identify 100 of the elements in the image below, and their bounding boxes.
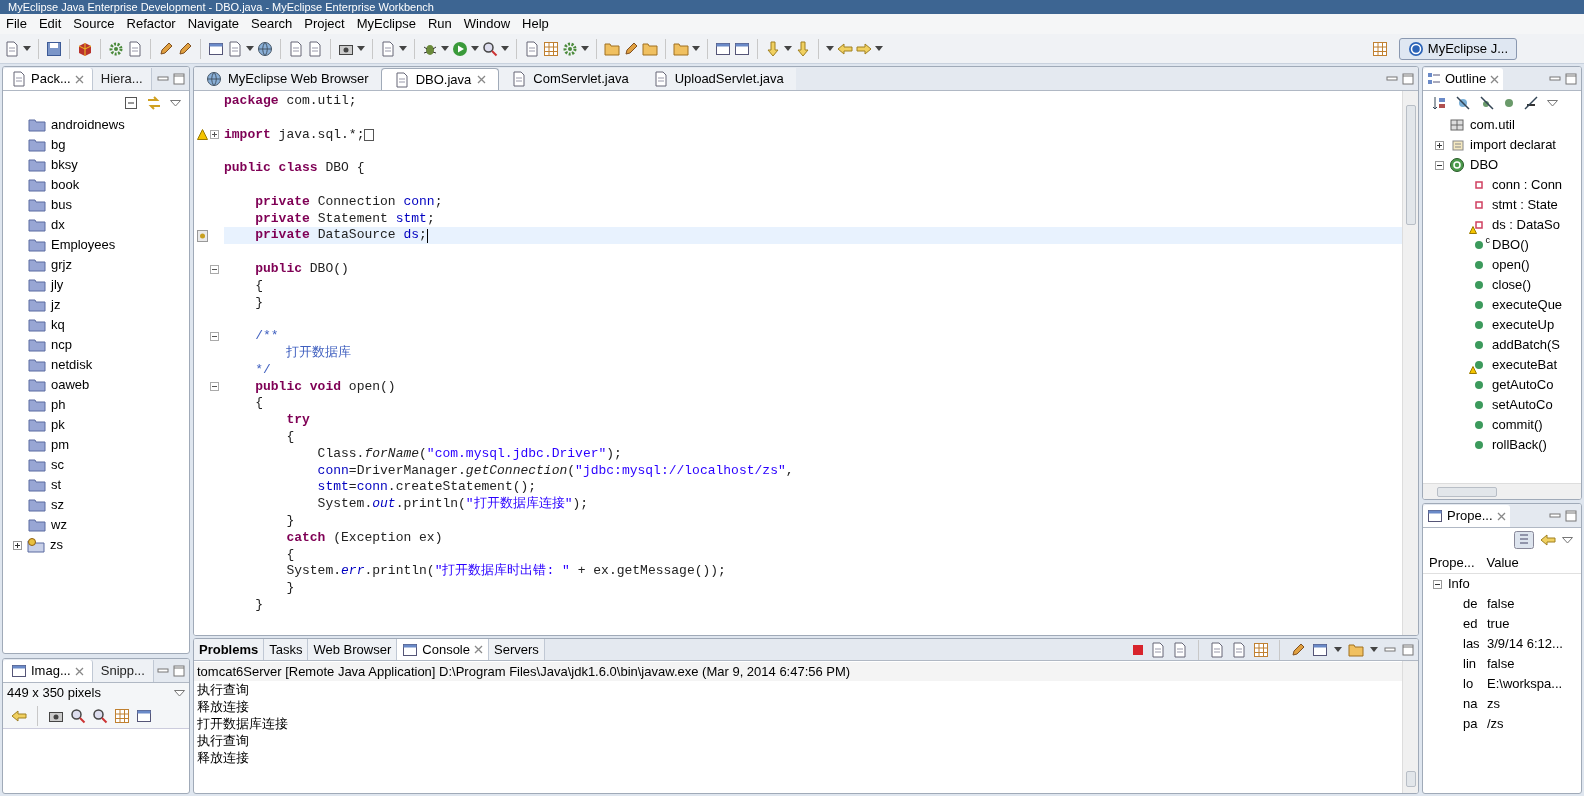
panel-tab[interactable]: Hiera... [92,68,152,90]
collapse-icon[interactable] [1435,160,1444,170]
outline-item[interactable]: conn : Conn [1492,175,1563,195]
menu-item[interactable]: Refactor [120,14,182,34]
arrow-left-icon[interactable] [11,707,27,724]
window-icon[interactable] [1312,641,1328,658]
bookmark-icon[interactable] [197,229,208,242]
menu-item[interactable]: Search [245,14,299,34]
search-icon[interactable] [92,707,108,724]
column-header[interactable]: Value [1486,552,1519,573]
window-icon[interactable] [402,641,419,658]
window-icon[interactable] [734,40,750,57]
warning-icon[interactable] [197,129,208,141]
outline-item[interactable]: DBO [1470,155,1499,175]
caret-icon[interactable] [784,45,792,52]
gear-icon[interactable] [108,40,124,57]
expand-icon[interactable] [13,540,22,550]
grid-icon[interactable] [543,40,559,57]
caret-icon[interactable] [246,45,254,52]
tree-item[interactable]: netdisk [51,355,93,375]
menu-item[interactable]: Help [516,14,555,34]
play-icon[interactable] [452,40,468,57]
caret-icon[interactable] [501,45,509,52]
menu-item[interactable]: Edit [32,14,68,34]
menu-item[interactable]: Run [421,14,458,34]
caret-icon[interactable] [23,45,31,52]
outline-item[interactable]: addBatch(S [1492,335,1560,355]
panel-tab[interactable]: Snipp... [92,660,154,682]
maximize-icon[interactable] [173,664,185,677]
hide-static-icon[interactable] [1479,95,1495,111]
collapse-icon[interactable] [210,332,219,342]
folder-icon[interactable] [642,40,658,57]
menu-item[interactable]: Navigate [181,14,245,34]
expand-icon[interactable] [210,130,219,140]
panel-tab[interactable]: Outline [1423,68,1504,90]
document-icon[interactable] [511,71,528,87]
minimize-icon[interactable] [1384,644,1396,655]
expand-icon[interactable] [1435,140,1444,150]
grid-icon[interactable] [1253,641,1269,658]
tree-item[interactable]: Employees [51,235,116,255]
tree-item[interactable]: oaweb [51,375,90,395]
collapse-icon[interactable] [210,264,219,274]
tree-item[interactable]: pm [51,435,70,455]
outline-item[interactable]: DBO() [1492,235,1529,255]
outline-item[interactable]: executeQue [1492,295,1563,315]
document-icon[interactable] [652,71,669,87]
document-icon[interactable] [288,40,304,57]
caret-icon[interactable] [1562,536,1573,544]
tree-item[interactable]: wz [51,515,67,535]
tree-item[interactable]: bksy [51,155,78,175]
editor-tab[interactable]: DBO.java [380,68,500,90]
menu-item[interactable]: Window [457,14,517,34]
globe-icon[interactable] [257,40,273,57]
outline-item[interactable]: close() [1492,275,1531,295]
maximize-icon[interactable] [173,72,185,85]
column-header[interactable]: Prope... [1429,552,1475,573]
hide-local-icon[interactable] [1523,95,1539,111]
editor-tab[interactable]: MyEclipse Web Browser [194,68,381,90]
panel-tab[interactable]: Tasks [264,639,309,660]
save-icon[interactable] [46,40,62,57]
pencil-icon[interactable] [177,40,193,57]
tree-item[interactable]: sz [51,495,64,515]
window-icon[interactable] [208,40,224,57]
caret-icon[interactable] [174,689,185,697]
document-icon[interactable] [127,40,143,57]
hide-fields-icon[interactable] [1455,95,1471,111]
menu-item[interactable]: MyEclipse [350,14,422,34]
tree-item[interactable]: bus [51,195,72,215]
tree-item[interactable]: grjz [51,255,72,275]
caret-icon[interactable] [399,45,407,52]
caret-icon[interactable] [170,99,181,107]
outline-item[interactable]: com.util [1470,115,1515,135]
document-icon[interactable] [1209,641,1225,658]
grid-icon[interactable] [114,707,130,724]
stop-icon[interactable] [1132,643,1144,656]
menu-item[interactable]: File [0,14,33,34]
caret-icon[interactable] [692,45,700,52]
window-icon[interactable] [136,707,152,724]
window-icon[interactable] [1427,508,1443,524]
menu-item[interactable]: Project [298,14,351,34]
collapse-icon[interactable] [210,382,219,392]
collapse-icon[interactable] [1433,579,1442,589]
editor-tab[interactable]: UploadServlet.java [640,68,796,90]
menu-item[interactable]: Source [67,14,121,34]
panel-tab[interactable]: Imag... [3,660,93,682]
outline-item[interactable]: getAutoCo [1492,375,1554,395]
outline-item[interactable]: import declarat [1470,135,1556,155]
outline-item[interactable]: ds : DataSo [1492,215,1560,235]
close-icon[interactable] [74,666,84,676]
tree-item[interactable]: book [51,175,80,195]
minimize-icon[interactable] [157,73,169,84]
search-icon[interactable] [482,40,498,57]
caret-icon[interactable] [875,45,883,52]
search-icon[interactable] [70,707,86,724]
tree-item[interactable]: bg [51,135,66,155]
panel-tab[interactable]: Web Browser [308,639,398,660]
caret-icon[interactable] [581,45,589,52]
caret-icon[interactable] [471,45,479,52]
caret-icon[interactable] [357,45,365,52]
arrow-left-icon[interactable] [1540,532,1556,548]
